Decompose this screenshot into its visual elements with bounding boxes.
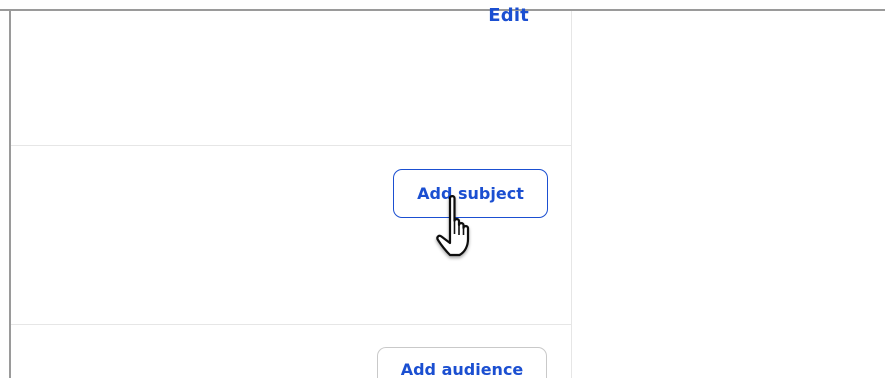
settings-card: Edit Add subject Add audience [11,5,572,378]
section-audience: Add audience [11,325,571,378]
add-audience-button[interactable]: Add audience [377,347,547,378]
section-edit: Edit [11,5,571,146]
section-subject: Add subject [11,146,571,325]
page: Edit Add subject Add audience [0,0,885,378]
add-subject-button[interactable]: Add subject [393,169,548,218]
edit-link[interactable]: Edit [488,5,529,26]
